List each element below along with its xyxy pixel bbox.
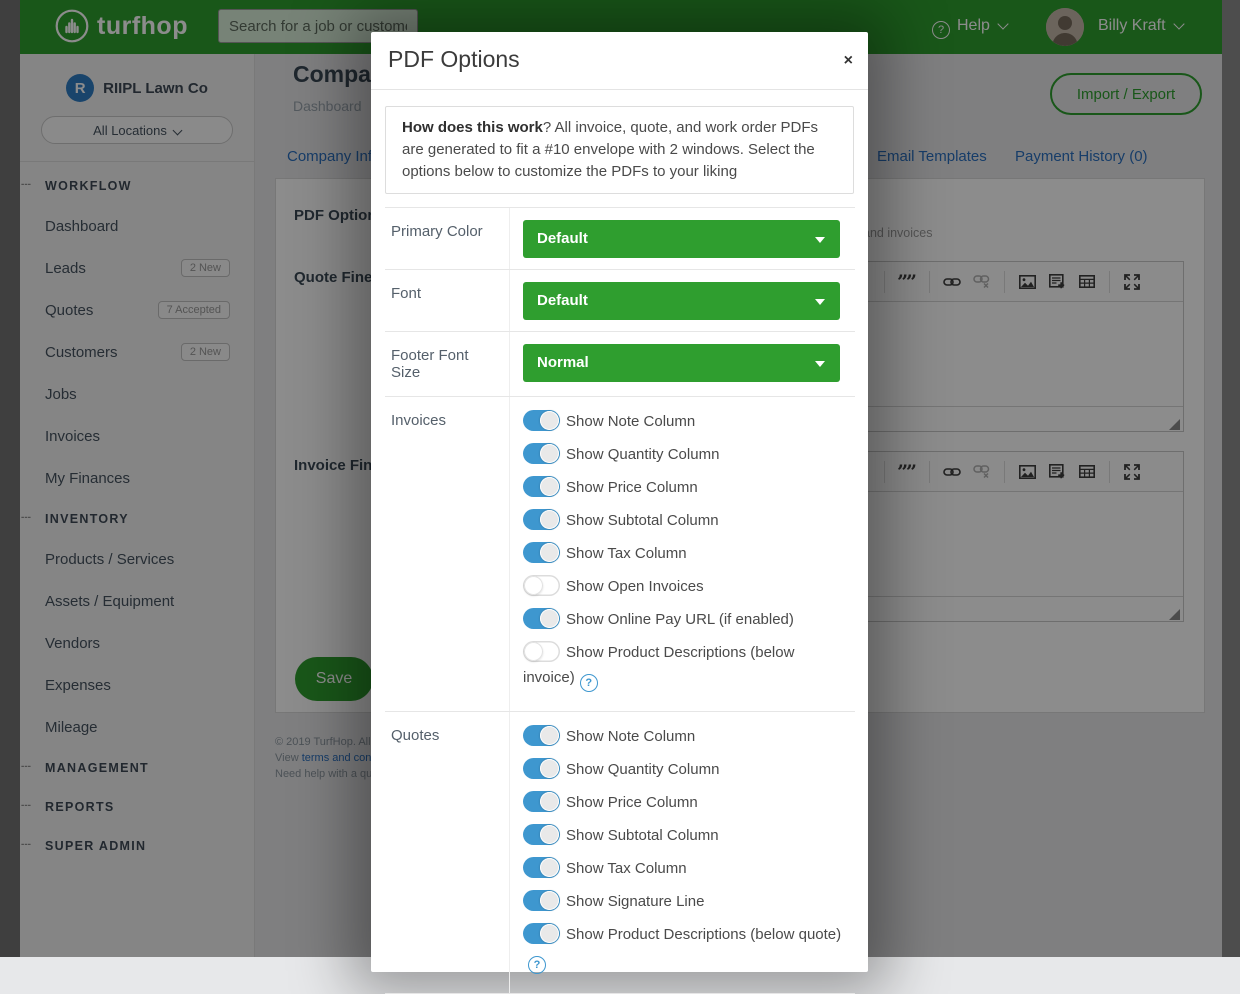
toggle-row: Show Product Descriptions (below invoice… <box>523 640 842 692</box>
modal-title: PDF Options <box>388 46 520 73</box>
toggle-row: Show Quantity Column <box>523 757 842 782</box>
toggle-on[interactable] <box>523 857 560 878</box>
footer-font-size-label: Footer Font Size <box>385 332 510 396</box>
toggle-on[interactable] <box>523 509 560 530</box>
toggle-label: Show Product Descriptions (below quote) <box>566 926 841 943</box>
toggle-row: Show Online Pay URL (if enabled) <box>523 607 842 632</box>
toggle-off[interactable] <box>523 575 560 596</box>
pdf-options-modal: PDF Options × How does this work? All in… <box>371 32 868 972</box>
toggle-label: Show Quantity Column <box>566 761 719 778</box>
toggle-label: Show Subtotal Column <box>566 827 719 844</box>
option-row: Font Default <box>385 270 855 332</box>
question-circle-icon[interactable]: ? <box>528 956 546 974</box>
toggle-row: Show Price Column <box>523 475 842 500</box>
font-label: Font <box>385 270 510 331</box>
primary-color-select[interactable]: Default <box>523 220 840 258</box>
toggle-row: Show Signature Line <box>523 889 842 914</box>
toggle-label: Show Price Column <box>566 794 698 811</box>
toggle-row: Show Note Column <box>523 409 842 434</box>
info-bold: How does this work <box>402 119 543 136</box>
toggle-on[interactable] <box>523 476 560 497</box>
toggle-row: Show Price Column <box>523 790 842 815</box>
toggle-on[interactable] <box>523 608 560 629</box>
toggle-label: Show Online Pay URL (if enabled) <box>566 611 794 628</box>
toggle-label: Show Tax Column <box>566 860 687 877</box>
pdf-options-table: Primary Color Default Font Default Foote… <box>385 207 855 994</box>
option-row: Primary Color Default <box>385 208 855 270</box>
toggle-label: Show Subtotal Column <box>566 512 719 529</box>
toggle-on[interactable] <box>523 542 560 563</box>
toggle-on[interactable] <box>523 890 560 911</box>
toggle-label: Show Note Column <box>566 413 695 430</box>
quotes-label: Quotes <box>385 712 510 993</box>
modal-header: PDF Options × <box>371 32 868 90</box>
toggle-row: Show Subtotal Column <box>523 508 842 533</box>
toggle-row: Show Quantity Column <box>523 442 842 467</box>
toggle-off[interactable] <box>523 641 560 662</box>
toggle-label: Show Product Descriptions (below invoice… <box>523 644 794 686</box>
toggle-row: Show Note Column <box>523 724 842 749</box>
toggle-label: Show Note Column <box>566 728 695 745</box>
footer-font-size-select[interactable]: Normal <box>523 344 840 382</box>
option-row: Footer Font Size Normal <box>385 332 855 397</box>
question-circle-icon[interactable]: ? <box>580 674 598 692</box>
toggle-row: Show Tax Column <box>523 541 842 566</box>
caret-down-icon <box>815 299 825 305</box>
close-icon[interactable]: × <box>844 54 853 68</box>
toggle-on[interactable] <box>523 725 560 746</box>
toggle-row: Show Tax Column <box>523 856 842 881</box>
toggle-row: Show Open Invoices <box>523 574 842 599</box>
invoices-options-row: Invoices Show Note Column Show Quantity C… <box>385 397 855 712</box>
caret-down-icon <box>815 361 825 367</box>
quotes-options-row: Quotes Show Note Column Show Quantity Col… <box>385 712 855 994</box>
toggle-on[interactable] <box>523 824 560 845</box>
primary-color-label: Primary Color <box>385 208 510 269</box>
toggle-label: Show Open Invoices <box>566 578 704 595</box>
toggle-label: Show Tax Column <box>566 545 687 562</box>
caret-down-icon <box>815 237 825 243</box>
toggle-label: Show Signature Line <box>566 893 704 910</box>
toggle-on[interactable] <box>523 410 560 431</box>
toggle-on[interactable] <box>523 791 560 812</box>
modal-info-box: How does this work? All invoice, quote, … <box>385 106 854 194</box>
toggle-on[interactable] <box>523 758 560 779</box>
toggle-label: Show Price Column <box>566 479 698 496</box>
toggle-label: Show Quantity Column <box>566 446 719 463</box>
toggle-on[interactable] <box>523 443 560 464</box>
toggle-row: Show Subtotal Column <box>523 823 842 848</box>
font-select[interactable]: Default <box>523 282 840 320</box>
toggle-row: Show Product Descriptions (below quote)? <box>523 922 842 974</box>
invoices-label: Invoices <box>385 397 510 711</box>
toggle-on[interactable] <box>523 923 560 944</box>
